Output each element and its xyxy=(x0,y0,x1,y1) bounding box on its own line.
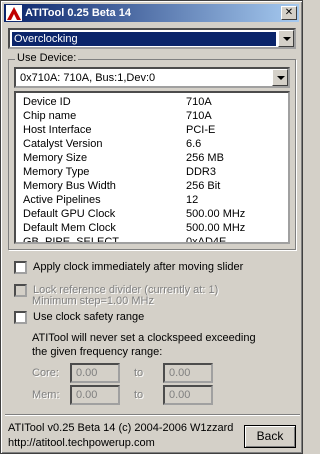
device-select-value: 0x710A: 710A, Bus:1,Dev:0 xyxy=(20,72,156,84)
info-row: Device ID 710A xyxy=(16,95,288,109)
close-button[interactable]: ✕ xyxy=(281,6,297,20)
mode-select-value: Overclocking xyxy=(12,32,276,46)
title-bar[interactable]: ATITool 0.25 Beta 14 ✕ xyxy=(4,4,299,22)
info-key: Catalyst Version xyxy=(23,138,103,150)
lock-ref-note: Minimum step=1.00 MHz xyxy=(32,295,154,307)
info-key: Default Mem Clock xyxy=(23,222,116,234)
website-link[interactable]: http://atitool.techpowerup.com xyxy=(8,437,155,450)
core-label: Core: xyxy=(32,367,59,379)
core-min-field[interactable]: 0.00 xyxy=(70,363,120,383)
core-to-label: to xyxy=(134,367,144,379)
info-key: Memory Type xyxy=(23,166,90,178)
info-value: PCI-E xyxy=(186,124,216,136)
core-max-field[interactable]: 0.00 xyxy=(163,363,213,383)
safety-description-line1: ATITool will never set a clockspeed exce… xyxy=(32,332,256,344)
info-row: Catalyst Version 6.6 xyxy=(16,137,288,151)
info-key: Memory Size xyxy=(23,152,88,164)
safety-description-line2: the given frequency range: xyxy=(32,346,163,358)
lock-ref-checkbox[interactable] xyxy=(14,284,27,297)
safety-range-label: Use clock safety range xyxy=(33,311,145,323)
mem-min-field[interactable]: 0.00 xyxy=(70,385,120,405)
info-row: Active Pipelines 12 xyxy=(16,193,288,207)
info-key: GB_PIPE_SELECT xyxy=(23,236,119,244)
apply-clock-label: Apply clock immediately after moving sli… xyxy=(33,261,244,273)
info-row: Chip name 710A xyxy=(16,109,288,123)
use-device-label: Use Device: xyxy=(15,52,79,65)
info-row: Memory Size 256 MB xyxy=(16,151,288,165)
info-row: Default Mem Clock 500.00 MHz xyxy=(16,221,288,235)
info-value: 256 MB xyxy=(186,152,224,164)
info-value: 0xAD4E xyxy=(186,236,227,244)
footer-separator xyxy=(5,414,300,416)
info-value: 710A xyxy=(186,110,212,122)
info-value: 12 xyxy=(186,194,199,206)
info-row: Memory Bus Width 256 Bit xyxy=(16,179,288,193)
info-row: GB_PIPE_SELECT 0xAD4E xyxy=(16,235,288,244)
window-title: ATITool 0.25 Beta 14 xyxy=(25,7,131,19)
info-key: Host Interface xyxy=(23,124,92,136)
info-value: 6.6 xyxy=(186,138,202,150)
info-value: 500.00 MHz xyxy=(186,222,246,234)
info-row: Memory Type DDR3 xyxy=(16,165,288,179)
ati-logo-icon xyxy=(6,5,22,21)
back-button[interactable]: Back xyxy=(244,425,296,448)
info-value: 710A xyxy=(186,96,212,108)
apply-clock-checkbox[interactable] xyxy=(14,261,27,274)
mem-max-field[interactable]: 0.00 xyxy=(163,385,213,405)
safety-range-checkbox[interactable] xyxy=(14,311,27,324)
device-info-list: Device ID 710A Chip name 710A Host Inter… xyxy=(14,91,290,244)
info-value: 256 Bit xyxy=(186,180,221,192)
info-row: Host Interface PCI-E xyxy=(16,123,288,137)
info-key: Memory Bus Width xyxy=(23,180,116,192)
device-select[interactable]: 0x710A: 710A, Bus:1,Dev:0 xyxy=(14,67,290,88)
info-key: Chip name xyxy=(23,110,77,122)
chevron-down-icon[interactable] xyxy=(272,69,288,86)
credit-text: ATITool v0.25 Beta 14 (c) 2004-2006 W1zz… xyxy=(8,422,234,434)
mode-select[interactable]: Overclocking xyxy=(8,28,296,49)
info-key: Device ID xyxy=(23,96,71,108)
info-key: Default GPU Clock xyxy=(23,208,116,220)
info-value: 500.00 MHz xyxy=(186,208,246,220)
info-row: Default GPU Clock 500.00 MHz xyxy=(16,207,288,221)
info-key: Active Pipelines xyxy=(23,194,101,206)
atitool-window: ATITool 0.25 Beta 14 ✕ Overclocking Use … xyxy=(0,0,303,454)
mem-to-label: to xyxy=(134,389,144,401)
info-value: DDR3 xyxy=(186,166,216,178)
chevron-down-icon[interactable] xyxy=(278,30,294,47)
close-icon: ✕ xyxy=(284,7,294,18)
mem-label: Mem: xyxy=(32,389,60,401)
